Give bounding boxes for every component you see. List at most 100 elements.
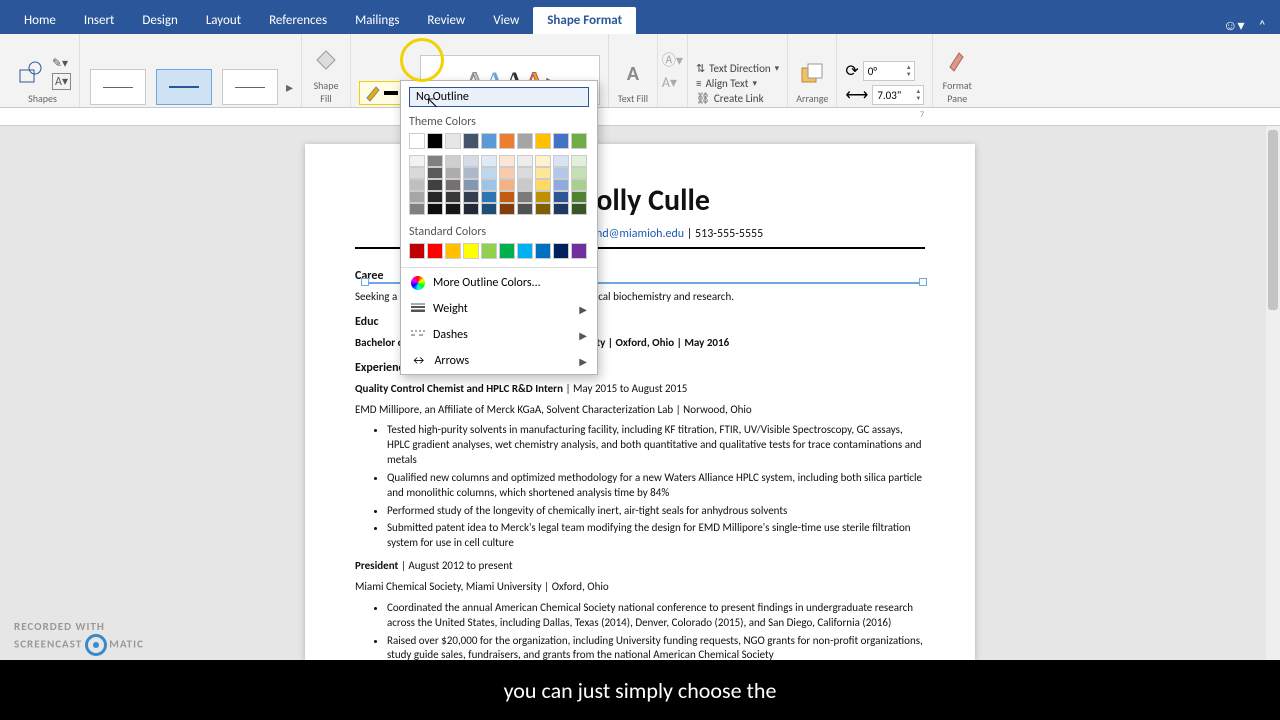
- color-swatch[interactable]: [499, 155, 515, 167]
- color-swatch[interactable]: [517, 133, 533, 149]
- tab-references[interactable]: References: [255, 7, 341, 34]
- color-swatch[interactable]: [481, 203, 497, 215]
- color-swatch[interactable]: [535, 155, 551, 167]
- account-icon[interactable]: ☺▾: [1223, 17, 1244, 34]
- color-swatch[interactable]: [427, 155, 443, 167]
- shape-styles-more-icon[interactable]: ▸: [286, 79, 293, 96]
- color-swatch[interactable]: [445, 203, 461, 215]
- tab-shape-format[interactable]: Shape Format: [533, 7, 636, 34]
- selection-handle-right[interactable]: [919, 278, 927, 286]
- color-swatch[interactable]: [499, 133, 515, 149]
- color-swatch[interactable]: [427, 167, 443, 179]
- color-swatch[interactable]: [445, 243, 461, 259]
- text-direction-button[interactable]: ⇅Text Direction▾: [696, 62, 779, 75]
- rotate-icon[interactable]: ⟳: [845, 61, 858, 81]
- edit-shape-icon[interactable]: ✎▾: [52, 56, 71, 71]
- color-swatch[interactable]: [427, 133, 443, 149]
- color-swatch[interactable]: [499, 243, 515, 259]
- color-swatch[interactable]: [517, 155, 533, 167]
- color-swatch[interactable]: [499, 179, 515, 191]
- color-swatch[interactable]: [445, 191, 461, 203]
- color-swatch[interactable]: [463, 133, 479, 149]
- color-swatch[interactable]: [517, 167, 533, 179]
- color-swatch[interactable]: [553, 191, 569, 203]
- color-swatch[interactable]: [463, 203, 479, 215]
- shape-style-1[interactable]: [90, 69, 146, 105]
- outline-weight[interactable]: Weight▶: [401, 296, 597, 322]
- color-swatch[interactable]: [463, 155, 479, 167]
- text-outline-icon[interactable]: Ⓐ▾: [662, 50, 683, 70]
- tab-layout[interactable]: Layout: [192, 7, 255, 34]
- shapes-gallery-icon[interactable]: [14, 57, 46, 89]
- color-swatch[interactable]: [445, 179, 461, 191]
- color-swatch[interactable]: [571, 191, 587, 203]
- color-swatch[interactable]: [409, 179, 425, 191]
- tab-insert[interactable]: Insert: [70, 7, 129, 34]
- color-swatch[interactable]: [517, 243, 533, 259]
- color-swatch[interactable]: [553, 167, 569, 179]
- text-box-icon[interactable]: A▾: [52, 73, 71, 90]
- color-swatch[interactable]: [445, 167, 461, 179]
- text-effects-icon[interactable]: A▾: [662, 74, 683, 91]
- color-swatch[interactable]: [535, 191, 551, 203]
- color-swatch[interactable]: [535, 179, 551, 191]
- color-swatch[interactable]: [409, 155, 425, 167]
- color-swatch[interactable]: [517, 191, 533, 203]
- color-swatch[interactable]: [427, 203, 443, 215]
- tab-design[interactable]: Design: [128, 7, 191, 34]
- color-swatch[interactable]: [571, 167, 587, 179]
- color-swatch[interactable]: [427, 179, 443, 191]
- color-swatch[interactable]: [499, 203, 515, 215]
- color-swatch[interactable]: [571, 133, 587, 149]
- color-swatch[interactable]: [571, 179, 587, 191]
- color-swatch[interactable]: [481, 191, 497, 203]
- color-swatch[interactable]: [481, 155, 497, 167]
- scrollbar-thumb[interactable]: [1268, 130, 1278, 310]
- create-link-button[interactable]: ⛓Create Link: [696, 92, 779, 105]
- color-swatch[interactable]: [409, 191, 425, 203]
- tab-mailings[interactable]: Mailings: [341, 7, 413, 34]
- width-input[interactable]: ▲▼: [872, 85, 924, 105]
- color-swatch[interactable]: [463, 167, 479, 179]
- color-swatch[interactable]: [463, 179, 479, 191]
- text-fill-button[interactable]: A: [617, 58, 649, 90]
- color-swatch[interactable]: [481, 179, 497, 191]
- tab-home[interactable]: Home: [10, 7, 70, 34]
- color-swatch[interactable]: [517, 203, 533, 215]
- color-swatch[interactable]: [427, 191, 443, 203]
- more-outline-colors[interactable]: More Outline Colors...: [401, 270, 597, 296]
- color-swatch[interactable]: [409, 167, 425, 179]
- vertical-scrollbar[interactable]: [1266, 126, 1280, 660]
- color-swatch[interactable]: [535, 243, 551, 259]
- color-swatch[interactable]: [445, 133, 461, 149]
- color-swatch[interactable]: [481, 243, 497, 259]
- color-swatch[interactable]: [553, 203, 569, 215]
- collapse-ribbon-icon[interactable]: ˄: [1258, 17, 1266, 34]
- color-swatch[interactable]: [553, 243, 569, 259]
- color-swatch[interactable]: [409, 243, 425, 259]
- shape-fill-button[interactable]: [310, 45, 342, 77]
- tab-review[interactable]: Review: [413, 7, 479, 34]
- color-swatch[interactable]: [535, 167, 551, 179]
- selection-handle-left[interactable]: [361, 278, 369, 286]
- color-swatch[interactable]: [463, 191, 479, 203]
- color-swatch[interactable]: [535, 133, 551, 149]
- color-swatch[interactable]: [499, 191, 515, 203]
- color-swatch[interactable]: [463, 243, 479, 259]
- format-pane-button[interactable]: [941, 45, 973, 77]
- color-swatch[interactable]: [481, 133, 497, 149]
- color-swatch[interactable]: [535, 203, 551, 215]
- color-swatch[interactable]: [445, 155, 461, 167]
- color-swatch[interactable]: [571, 243, 587, 259]
- arrange-button[interactable]: [796, 58, 828, 90]
- shape-style-2[interactable]: [156, 69, 212, 105]
- color-swatch[interactable]: [553, 179, 569, 191]
- tab-view[interactable]: View: [479, 7, 533, 34]
- rotation-input[interactable]: ▲▼: [863, 61, 915, 81]
- color-swatch[interactable]: [571, 203, 587, 215]
- no-outline-option[interactable]: No Outline: [409, 87, 589, 107]
- color-swatch[interactable]: [409, 203, 425, 215]
- color-swatch[interactable]: [409, 133, 425, 149]
- color-swatch[interactable]: [553, 155, 569, 167]
- shape-style-3[interactable]: [222, 69, 278, 105]
